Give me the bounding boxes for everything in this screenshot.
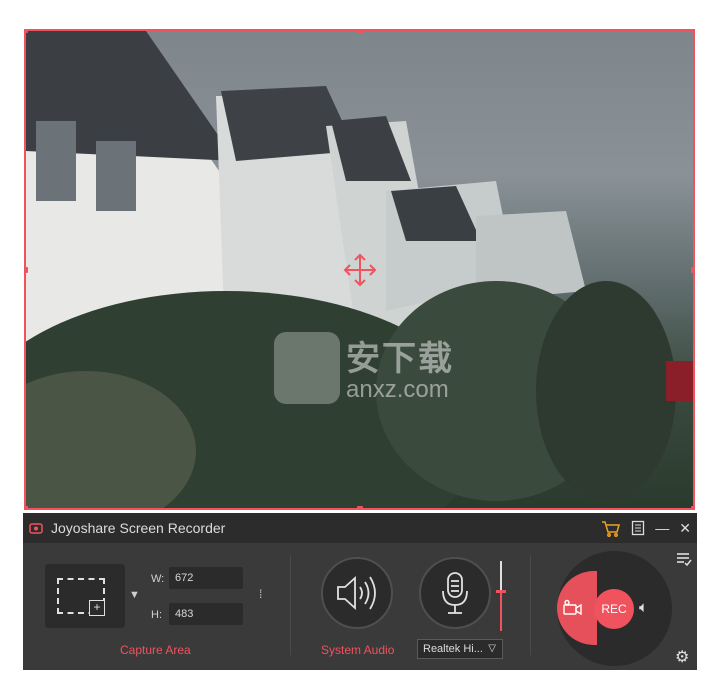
- watermark-brand: 安下载: [346, 340, 454, 378]
- resize-handle-bottom-left[interactable]: [26, 506, 28, 508]
- resize-handle-bottom-right[interactable]: [691, 506, 693, 508]
- settings-gear-icon[interactable]: ⚙: [675, 647, 689, 667]
- watermark-site: anxz.com: [346, 376, 449, 403]
- microphone-device-select[interactable]: Realtek Hi... ▽: [417, 639, 503, 659]
- height-label: H:: [151, 609, 162, 621]
- resize-handle-top-left[interactable]: [26, 31, 28, 33]
- control-panel: + ▼ W: 672 H: 483 ⁞ Capture Area System …: [23, 543, 697, 670]
- microphone-volume-slider[interactable]: [496, 561, 506, 631]
- hedge: [536, 281, 676, 501]
- capture-region[interactable]: 安下载 anxz.com: [24, 29, 695, 510]
- slider-handle[interactable]: [496, 590, 506, 594]
- capture-area-selector[interactable]: +: [45, 564, 125, 628]
- divider: [290, 555, 291, 655]
- house-window: [36, 121, 76, 201]
- cart-icon[interactable]: [601, 519, 621, 537]
- resize-handle-bottom[interactable]: [357, 506, 363, 508]
- resize-handle-left[interactable]: [26, 267, 28, 273]
- close-button[interactable]: ✕: [679, 518, 691, 538]
- microphone-device-value: Realtek Hi...: [423, 643, 483, 655]
- app-logo-icon: [29, 523, 43, 534]
- system-audio-button[interactable]: [321, 557, 393, 629]
- microphone-icon: [442, 572, 468, 614]
- width-field[interactable]: 672: [169, 567, 243, 589]
- move-icon[interactable]: [342, 252, 378, 288]
- house-window: [96, 141, 136, 211]
- height-field[interactable]: 483: [169, 603, 243, 625]
- minimize-button[interactable]: —: [655, 518, 669, 538]
- system-audio-label: System Audio: [321, 643, 395, 657]
- chevron-down-icon: ▽: [488, 643, 496, 654]
- register-icon[interactable]: [631, 520, 645, 536]
- volume-level: [500, 591, 502, 631]
- add-icon: +: [89, 600, 105, 616]
- menu-icon[interactable]: [675, 550, 693, 568]
- resize-handle-right[interactable]: [691, 267, 693, 273]
- capture-area-label: Capture Area: [120, 643, 191, 657]
- red-car: [666, 361, 693, 401]
- app-title: Joyoshare Screen Recorder: [51, 520, 226, 536]
- title-bar: Joyoshare Screen Recorder — ✕: [23, 513, 697, 543]
- microphone-button[interactable]: [419, 557, 491, 629]
- video-camera-icon[interactable]: [563, 599, 583, 619]
- record-controls: REC 🔈︎: [557, 551, 672, 666]
- capture-preset-dropdown[interactable]: ▼: [129, 589, 140, 601]
- speaker-icon: [337, 575, 376, 611]
- resize-handle-top[interactable]: [357, 31, 363, 33]
- width-label: W:: [151, 573, 165, 585]
- divider: [530, 555, 531, 655]
- record-button[interactable]: REC: [594, 589, 634, 629]
- audio-only-icon[interactable]: 🔈︎: [639, 599, 648, 616]
- watermark: 安下载 anxz.com: [274, 331, 454, 404]
- resize-handle-top-right[interactable]: [691, 31, 693, 33]
- watermark-shield-icon: [274, 331, 340, 404]
- aspect-lock-icon[interactable]: ⁞: [259, 587, 262, 601]
